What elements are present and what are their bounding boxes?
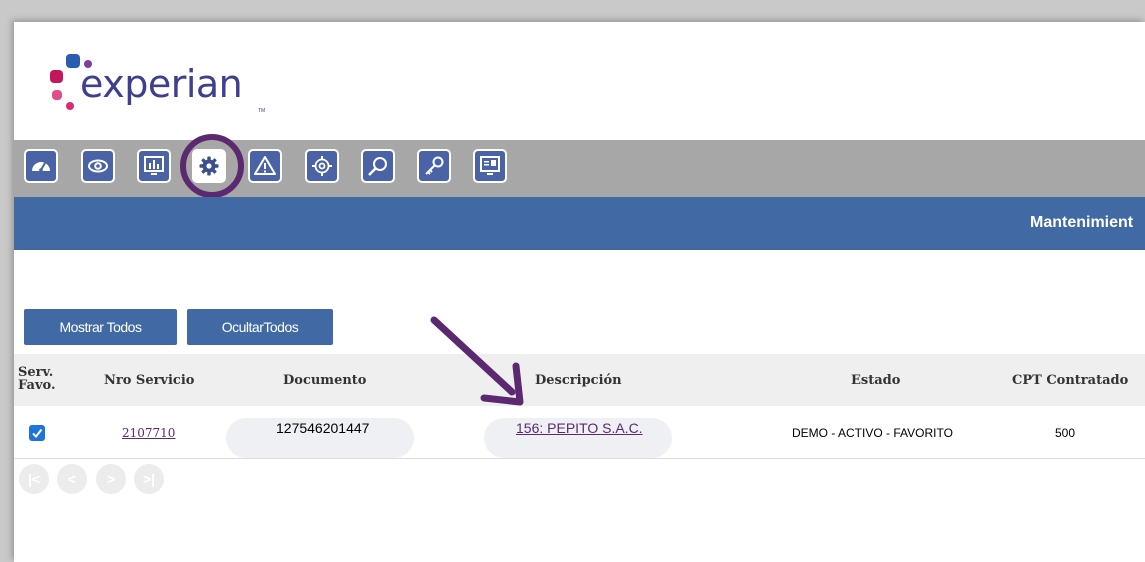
magnifier-icon [368,157,387,176]
alerts-button[interactable] [248,149,282,183]
next-page-button[interactable]: > [96,464,126,494]
status-value: DEMO - ACTIVO - FAVORITO [792,426,953,440]
logo-trademark: TM [258,108,266,114]
logo-dot-pink [52,90,62,100]
logo-dot-small [66,102,74,110]
eye-icon [88,159,108,173]
experian-logo: experian TM [44,50,266,120]
monitor-button[interactable] [473,149,507,183]
configuration-button[interactable] [305,149,339,183]
search-button[interactable] [361,149,395,183]
settings-highlight-circle [180,134,244,198]
column-header-estado: Estado [851,373,901,388]
speedometer-icon [32,162,50,172]
dashboard-button[interactable] [24,149,58,183]
annotation-arrow [430,316,524,406]
prev-page-button[interactable]: < [57,464,87,494]
column-header-favorite: Serv. Favo. [18,366,55,392]
bar-chart-icon [144,156,164,175]
column-header-documento: Documento [283,373,367,388]
view-button[interactable] [81,149,115,183]
logo-dot-blue [66,54,80,68]
last-page-button[interactable]: >| [134,464,164,494]
app-window: experian TM Mantenimient Mostrar Todos O… [14,22,1145,562]
description-link[interactable]: 156: PEPITO S.A.C. [516,420,643,436]
service-number-link[interactable]: 2107710 [122,426,175,440]
first-page-button[interactable]: |< [19,464,49,494]
column-header-cpt: CPT Contratado [1012,373,1129,388]
key-icon [425,156,444,175]
cpt-value: 500 [1055,426,1076,440]
favorite-checkbox[interactable] [29,425,45,441]
section-header: Mantenimient [14,197,1145,250]
column-header-descripcion: Descripción [535,373,622,388]
gear-badge-icon [312,156,332,176]
monitor-chart-icon [480,156,500,175]
checkmark-icon [32,428,43,439]
column-header-favorite-line2: Favo. [18,378,56,393]
table-row: 2107710 127546201447 156: PEPITO S.A.C. … [14,406,1145,459]
table-header: Serv. Favo. Nro Servicio Documento Descr… [14,354,1145,406]
reports-button[interactable] [137,149,171,183]
document-value: 127546201447 [276,420,370,436]
column-header-nro-servicio: Nro Servicio [104,373,195,388]
warning-icon [254,156,276,175]
hide-all-button[interactable]: OcultarTodos [187,309,333,345]
logo-dot-magenta [50,70,63,83]
access-button[interactable] [417,149,451,183]
page-title: Mantenimient [1030,214,1134,231]
logo-wordmark: experian [80,62,243,106]
show-all-button[interactable]: Mostrar Todos [24,309,177,345]
